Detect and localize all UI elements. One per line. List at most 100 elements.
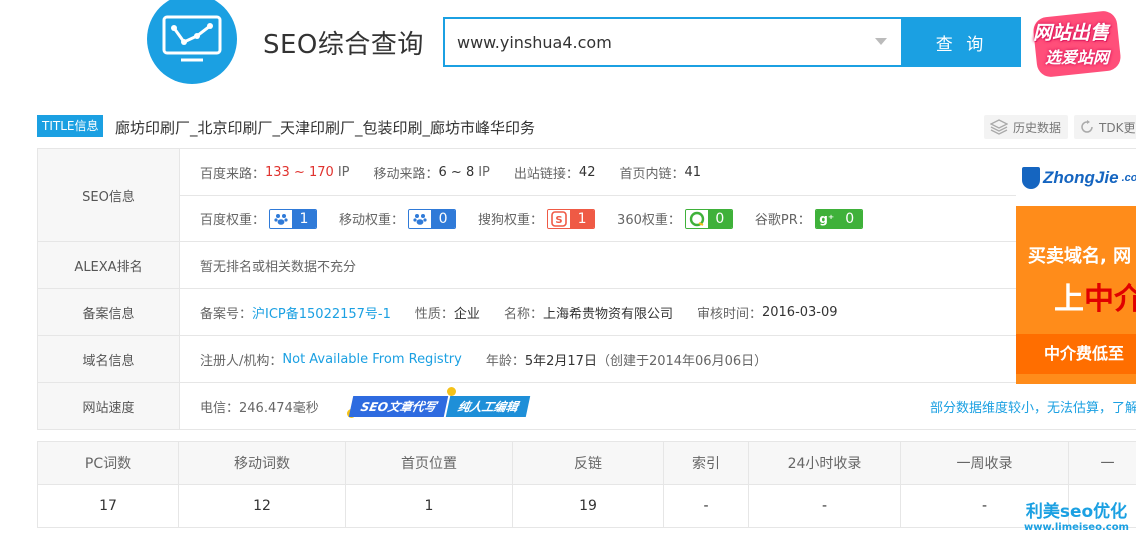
icp-audit-value: 2016-03-09 bbox=[761, 304, 838, 320]
traffic-line: 百度来路： 133 ~ 170 IP 移动来路： 6 ~ 8 IP 出站链接： … bbox=[180, 149, 1136, 195]
weight-badge[interactable]: g⁺ 0 bbox=[814, 208, 863, 229]
sale-line2: 选爱站网 bbox=[1045, 48, 1110, 67]
site-for-sale-banner[interactable]: 网站出售 选爱站网 bbox=[1032, 9, 1123, 84]
weight-google[interactable]: 谷歌PR： g⁺ 0 bbox=[754, 208, 863, 229]
weight-label: 移动权重： bbox=[339, 213, 405, 228]
weight-badge[interactable]: 0 bbox=[684, 208, 733, 229]
mobile-paw-icon bbox=[409, 209, 432, 228]
seo-info-body: 百度来路： 133 ~ 170 IP 移动来路： 6 ~ 8 IP 出站链接： … bbox=[180, 149, 1136, 241]
search-input[interactable] bbox=[445, 20, 865, 64]
registrant-link[interactable]: Not Available From Registry bbox=[282, 352, 461, 367]
table-row: 17 12 1 19 - - - bbox=[37, 484, 1136, 528]
zhongjie-ad[interactable]: ZhongJie.com 买卖域名, 网 上中介 中介费低至 bbox=[1016, 150, 1136, 384]
stats-cell[interactable]: 12 bbox=[178, 484, 346, 528]
domain-age-value: 5年2月17日 bbox=[524, 353, 597, 369]
icp-row: 备案信息 备案号： 沪ICP备15022157号-1 性质： 企业 名称： 上海… bbox=[37, 289, 1136, 336]
mobile-traffic-value[interactable]: 6 ~ 8 bbox=[439, 165, 475, 180]
history-data-label: 历史数据 bbox=[1013, 120, 1062, 135]
alexa-value: 暂无排名或相关数据不充分 bbox=[200, 259, 357, 275]
icp-type-value: 企业 bbox=[453, 306, 480, 322]
icp-name-value: 上海希贵物资有限公司 bbox=[542, 306, 673, 322]
stats-header: 24小时收录 bbox=[748, 441, 901, 485]
icp-audit-label: 审核时间： bbox=[696, 306, 762, 322]
stats-header: 一周收录 bbox=[900, 441, 1069, 485]
icp-number-link[interactable]: 沪ICP备15022157号-1 bbox=[252, 303, 391, 322]
ad-line2-b: 中介 bbox=[1084, 282, 1136, 317]
mobile-traffic-label: 移动来路： bbox=[373, 166, 439, 182]
row-label-domain: 域名信息 bbox=[38, 336, 180, 382]
weight-label: 360权重： bbox=[617, 213, 681, 228]
baidu-traffic-label: 百度来路： bbox=[200, 166, 266, 182]
weight-label: 搜狗权重： bbox=[478, 213, 544, 228]
ad-dot bbox=[446, 387, 456, 396]
tdk-button[interactable]: TDK更 bbox=[1074, 115, 1136, 139]
refresh-icon bbox=[1081, 120, 1093, 133]
speed-note-link[interactable]: 部分数据维度较小，无法估算，了解 bbox=[930, 397, 1136, 416]
site-logo[interactable] bbox=[147, 0, 237, 84]
speed-value: 电信：246.474毫秒 bbox=[200, 400, 319, 416]
icp-type-label: 性质： bbox=[414, 306, 454, 322]
weight-baidu[interactable]: 百度权重： 1 bbox=[200, 208, 318, 229]
search-button[interactable]: 查 询 bbox=[902, 17, 1021, 67]
baidu-traffic-unit: IP bbox=[337, 164, 350, 180]
weight-badge[interactable]: 0 bbox=[408, 208, 457, 229]
domain-created: （创建于2014年06月06日） bbox=[596, 353, 768, 369]
weight-badge[interactable]: S 1 bbox=[547, 208, 596, 229]
ad-line2-a: 上 bbox=[1054, 282, 1084, 317]
row-label-seo: SEO信息 bbox=[38, 149, 180, 241]
title-tag: TITLE信息 bbox=[37, 115, 104, 137]
alexa-row: ALEXA排名 暂无排名或相关数据不充分 bbox=[37, 242, 1136, 289]
seo-article-ad[interactable]: SEO文章代写 纯人工编辑 bbox=[346, 387, 531, 418]
weight-value: 0 bbox=[707, 209, 732, 228]
row-label-icp: 备案信息 bbox=[38, 289, 180, 335]
stats-header: 反链 bbox=[512, 441, 664, 485]
stats-header: 首页位置 bbox=[345, 441, 513, 485]
domain-age-label: 年龄： bbox=[485, 353, 525, 369]
seo-info-row: SEO信息 百度来路： 133 ~ 170 IP 移动来路： 6 ~ 8 IP … bbox=[37, 149, 1136, 242]
homepage-links-label: 首页内链： bbox=[619, 166, 685, 182]
sale-line1: 网站出售 bbox=[1033, 22, 1110, 44]
speed-row: 网站速度 电信：246.474毫秒 SEO文章代写 纯人工编辑 部分数据维度较小… bbox=[37, 383, 1136, 430]
ad-line3: 中介费低至 bbox=[1016, 334, 1136, 374]
search-box[interactable] bbox=[443, 17, 903, 67]
homepage-links-value[interactable]: 41 bbox=[684, 165, 701, 180]
ad-badge-1: SEO文章代写 bbox=[348, 395, 449, 417]
weight-label: 谷歌PR： bbox=[754, 213, 811, 228]
stats-cell: - bbox=[748, 484, 901, 528]
ad-line1: 买卖域名, 网 bbox=[1028, 246, 1132, 267]
weight-mobile[interactable]: 移动权重： 0 bbox=[339, 208, 457, 229]
baidu-paw-icon bbox=[270, 209, 293, 228]
svg-text:S: S bbox=[555, 215, 562, 226]
stats-cell[interactable]: 1 bbox=[345, 484, 513, 528]
360-icon bbox=[685, 209, 708, 228]
icp-name-label: 名称： bbox=[503, 306, 543, 322]
weight-360[interactable]: 360权重： 0 bbox=[617, 208, 733, 229]
history-data-button[interactable]: 历史数据 bbox=[984, 115, 1068, 139]
weight-label: 百度权重： bbox=[200, 213, 266, 228]
baidu-traffic-value[interactable]: 133 ~ 170 bbox=[265, 165, 334, 180]
watermark-line1: 利美seo优化 bbox=[1025, 502, 1128, 522]
weight-badge[interactable]: 1 bbox=[269, 208, 318, 229]
stats-cell[interactable]: 19 bbox=[512, 484, 664, 528]
tdk-label: TDK更 bbox=[1099, 120, 1136, 135]
google-plus-icon: g⁺ bbox=[815, 209, 838, 228]
outlinks-value[interactable]: 42 bbox=[579, 165, 596, 180]
watermark: 利美seo优化 www.limeiseo.com bbox=[1024, 497, 1129, 533]
monitor-chart-icon bbox=[162, 15, 222, 62]
stats-header-row: PC词数 移动词数 首页位置 反链 索引 24小时收录 一周收录 一 bbox=[37, 441, 1136, 485]
weight-sogou[interactable]: 搜狗权重： S 1 bbox=[478, 208, 596, 229]
mobile-traffic-unit: IP bbox=[478, 164, 490, 180]
stats-cell: - bbox=[663, 484, 749, 528]
stats-cell[interactable]: 17 bbox=[37, 484, 179, 528]
chevron-down-icon[interactable] bbox=[875, 38, 887, 45]
ad-line2: 上中介 bbox=[1054, 274, 1136, 318]
row-label-speed: 网站速度 bbox=[38, 383, 180, 429]
weight-value: 1 bbox=[292, 209, 317, 228]
ad-badge-2: 纯人工编辑 bbox=[445, 395, 531, 417]
row-label-alexa: ALEXA排名 bbox=[38, 242, 180, 288]
stats-header: PC词数 bbox=[37, 441, 179, 485]
weight-value: 1 bbox=[570, 209, 595, 228]
stats-header: 移动词数 bbox=[178, 441, 346, 485]
sogou-icon: S bbox=[548, 209, 571, 228]
icp-number-label: 备案号： bbox=[200, 306, 253, 322]
